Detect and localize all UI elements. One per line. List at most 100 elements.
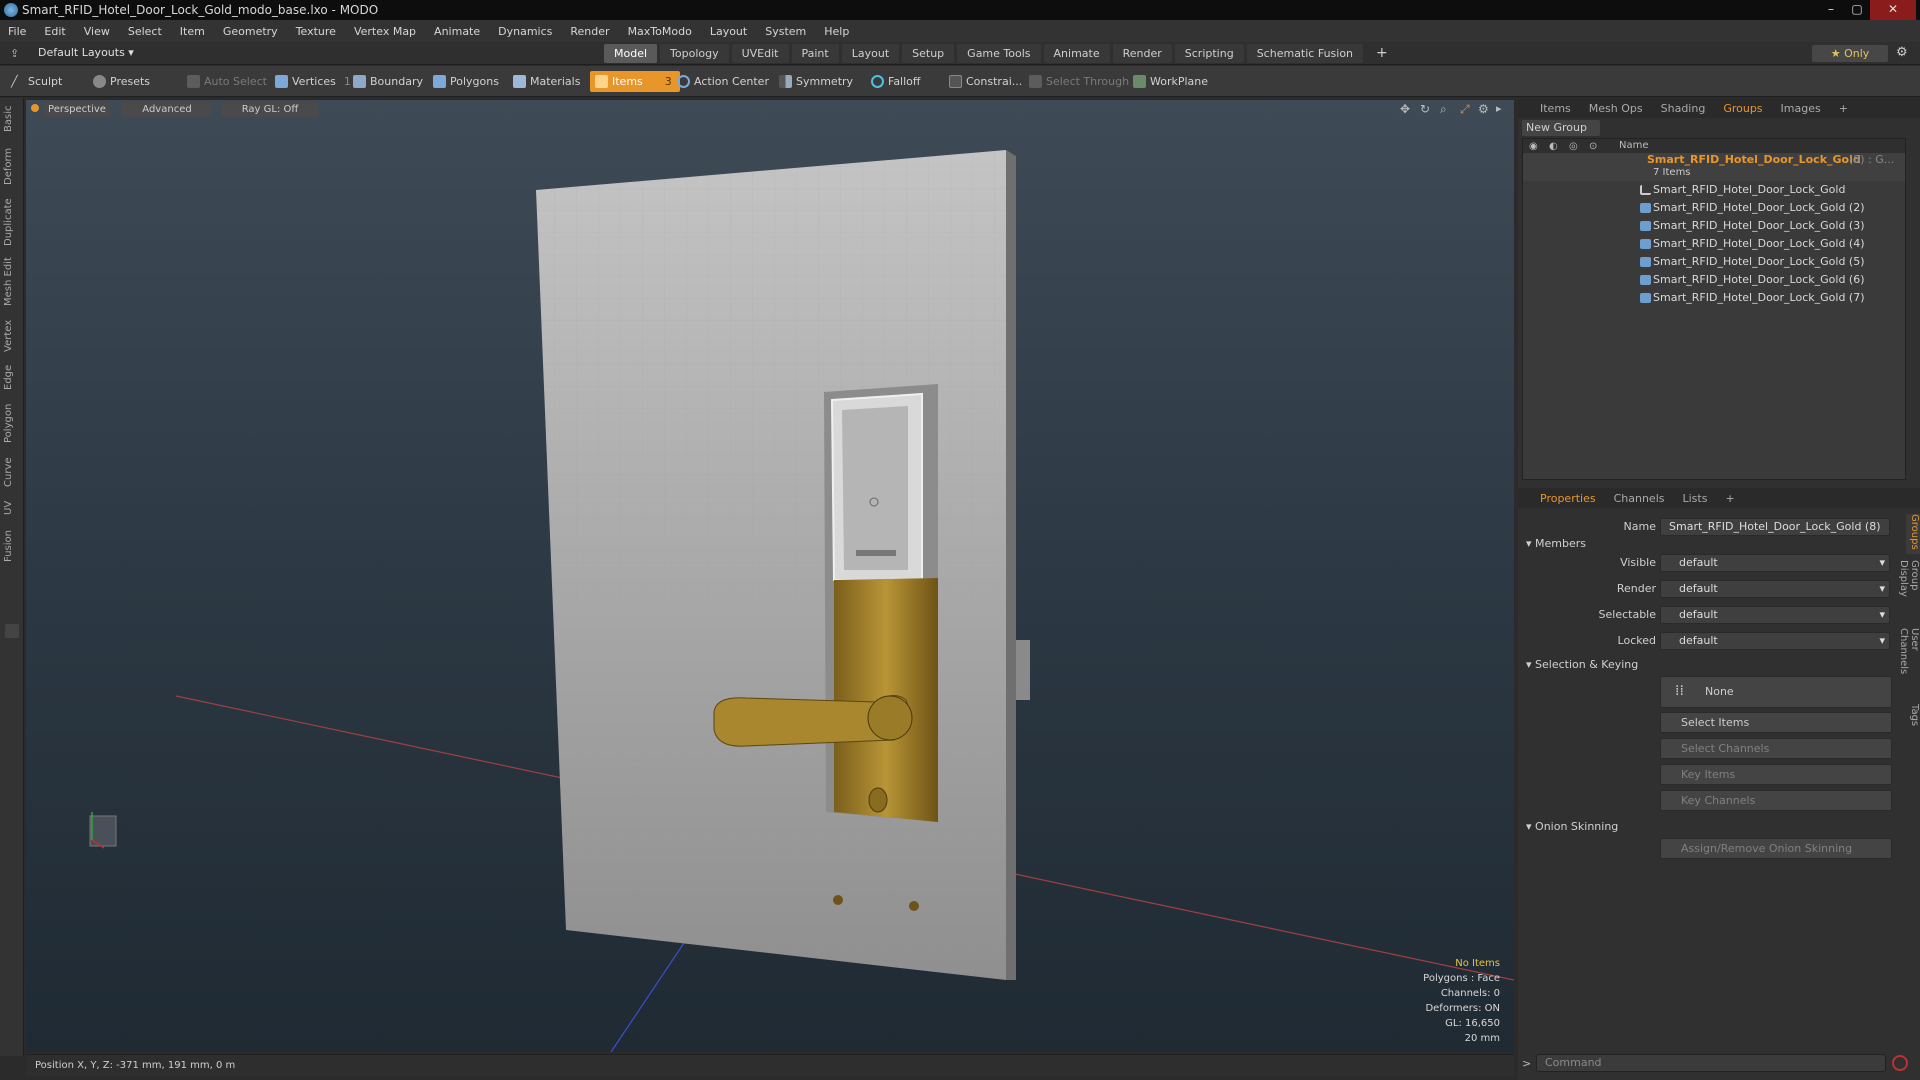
side-tab-user-channels[interactable]: User Channels	[1898, 628, 1920, 698]
viewport-gear-icon[interactable]: ⚙	[1478, 102, 1489, 116]
rotate-icon[interactable]: ↻	[1420, 102, 1430, 116]
menu-render[interactable]: Render	[570, 25, 609, 38]
visible-dropdown[interactable]: default ▾	[1660, 554, 1890, 572]
menu-animate[interactable]: Animate	[434, 25, 480, 38]
zoom-icon[interactable]: ⌕	[1440, 102, 1447, 117]
list-item[interactable]: Smart_RFID_Hotel_Door_Lock_Gold (5)	[1523, 253, 1905, 271]
vtab-polygon[interactable]: Polygon	[3, 400, 21, 446]
tab-schematic-fusion[interactable]: Schematic Fusion	[1246, 44, 1364, 63]
eye-visibility-icon[interactable]: ◉	[1529, 140, 1538, 154]
add-tab-button[interactable]: +	[1366, 44, 1398, 63]
key-items-button[interactable]: Key Items	[1660, 764, 1892, 785]
gear-icon[interactable]: ⚙	[1896, 45, 1908, 60]
render-icon[interactable]: ◐	[1549, 140, 1558, 154]
add-panel-tab-button[interactable]: +	[1839, 102, 1848, 115]
menu-layout[interactable]: Layout	[710, 25, 747, 38]
select-channels-button[interactable]: Select Channels	[1660, 738, 1892, 759]
list-item[interactable]: Smart_RFID_Hotel_Door_Lock_Gold (4)	[1523, 235, 1905, 253]
menu-edit[interactable]: Edit	[44, 25, 65, 38]
list-item[interactable]: Smart_RFID_Hotel_Door_Lock_Gold (6)	[1523, 271, 1905, 289]
fit-icon[interactable]: ⤢	[1460, 102, 1470, 117]
minimize-button[interactable]: –	[1818, 0, 1844, 20]
tab-groups[interactable]: Groups	[1723, 102, 1762, 115]
tab-items[interactable]: Items	[1540, 102, 1571, 115]
group-row[interactable]: Smart_RFID_Hotel_Door_Lock_Gold (8) : G.…	[1523, 153, 1905, 181]
perspective-button[interactable]: Perspective	[44, 102, 110, 117]
vtab-mesh-edit[interactable]: Mesh Edit	[3, 256, 21, 308]
close-button[interactable]: ✕	[1870, 0, 1916, 20]
vertices-button[interactable]: Vertices 1	[270, 71, 359, 92]
viewport-menu-arrow-icon[interactable]: ▸	[1496, 102, 1502, 115]
tab-images[interactable]: Images	[1781, 102, 1821, 115]
onion-skinning-section[interactable]: ▾ Onion Skinning	[1526, 820, 1618, 833]
vtab-fusion[interactable]: Fusion	[3, 526, 21, 566]
list-item[interactable]: Smart_RFID_Hotel_Door_Lock_Gold (2)	[1523, 199, 1905, 217]
side-tab-groups[interactable]: Groups	[1906, 514, 1920, 554]
tab-uvedit[interactable]: UVEdit	[731, 44, 789, 63]
symmetry-button[interactable]: Symmetry	[774, 71, 861, 92]
tab-shading[interactable]: Shading	[1661, 102, 1706, 115]
list-item[interactable]: Smart_RFID_Hotel_Door_Lock_Gold (7)	[1523, 289, 1905, 307]
command-stop-icon[interactable]	[1892, 1055, 1908, 1071]
menu-view[interactable]: View	[84, 25, 110, 38]
command-input[interactable]: Command	[1536, 1054, 1886, 1072]
tab-animate[interactable]: Animate	[1043, 44, 1110, 63]
vtab-deform[interactable]: Deform	[3, 146, 21, 186]
select-icon[interactable]: ⊙	[1589, 140, 1597, 154]
tab-setup[interactable]: Setup	[902, 44, 955, 63]
action-center-button[interactable]: Action Center	[672, 71, 777, 92]
tab-lists[interactable]: Lists	[1683, 492, 1708, 505]
tab-layout[interactable]: Layout	[841, 44, 900, 63]
constrain-button[interactable]: Constrai...	[944, 71, 1030, 92]
vtab-curve[interactable]: Curve	[3, 454, 21, 490]
vtab-duplicate[interactable]: Duplicate	[3, 196, 21, 248]
add-properties-tab-button[interactable]: +	[1725, 492, 1734, 505]
new-group-button[interactable]: New Group	[1522, 120, 1600, 136]
sculpt-button[interactable]: ╱ Sculpt	[6, 71, 70, 92]
vtab-uv[interactable]: UV	[3, 496, 21, 520]
auto-select-button[interactable]: Auto Select	[182, 71, 275, 92]
maximize-button[interactable]: ▢	[1844, 0, 1870, 20]
menu-maxtomodo[interactable]: MaxToModo	[628, 25, 692, 38]
left-strip-toggle[interactable]	[5, 624, 19, 638]
render-dropdown[interactable]: default ▾	[1660, 580, 1890, 598]
tab-paint[interactable]: Paint	[791, 44, 839, 63]
polygons-button[interactable]: Polygons	[428, 71, 507, 92]
lock-icon[interactable]: ◎	[1569, 140, 1578, 154]
only-button[interactable]: ★ Only	[1812, 45, 1888, 62]
tab-render[interactable]: Render	[1112, 44, 1172, 63]
side-tab-tags[interactable]: Tags	[1906, 704, 1920, 734]
selection-keying-section[interactable]: ▾ Selection & Keying	[1526, 658, 1638, 671]
menu-dynamics[interactable]: Dynamics	[498, 25, 552, 38]
menu-help[interactable]: Help	[824, 25, 849, 38]
raygl-button[interactable]: Ray GL: Off	[222, 102, 318, 117]
tab-mesh-ops[interactable]: Mesh Ops	[1589, 102, 1643, 115]
layout-up-icon[interactable]: ⇪	[10, 47, 19, 60]
materials-button[interactable]: Materials	[508, 71, 588, 92]
group-name-field[interactable]: Smart_RFID_Hotel_Door_Lock_Gold (8)	[1660, 518, 1890, 536]
boundary-button[interactable]: Boundary	[348, 71, 431, 92]
workplane-button[interactable]: WorkPlane	[1128, 71, 1216, 92]
pan-icon[interactable]: ✥	[1400, 102, 1410, 116]
vtab-basic[interactable]: Basic	[3, 104, 21, 134]
vtab-vertex[interactable]: Vertex	[3, 316, 21, 356]
advanced-button[interactable]: Advanced	[122, 102, 212, 117]
menu-system[interactable]: System	[765, 25, 806, 38]
menu-texture[interactable]: Texture	[296, 25, 336, 38]
menu-vertex-map[interactable]: Vertex Map	[354, 25, 416, 38]
tab-game-tools[interactable]: Game Tools	[957, 44, 1041, 63]
selectable-dropdown[interactable]: default ▾	[1660, 606, 1890, 624]
tab-properties[interactable]: Properties	[1540, 492, 1596, 505]
tab-topology[interactable]: Topology	[660, 44, 729, 63]
assign-onion-skinning-button[interactable]: Assign/Remove Onion Skinning	[1660, 838, 1892, 859]
menu-geometry[interactable]: Geometry	[223, 25, 278, 38]
falloff-button[interactable]: Falloff	[866, 71, 928, 92]
tab-channels[interactable]: Channels	[1614, 492, 1665, 505]
tab-scripting[interactable]: Scripting	[1174, 44, 1244, 63]
locked-dropdown[interactable]: default ▾	[1660, 632, 1890, 650]
members-section[interactable]: ▾ Members	[1526, 537, 1586, 550]
key-channels-button[interactable]: Key Channels	[1660, 790, 1892, 811]
select-items-button[interactable]: Select Items	[1660, 712, 1892, 733]
list-item[interactable]: Smart_RFID_Hotel_Door_Lock_Gold (3)	[1523, 217, 1905, 235]
side-tab-group-display[interactable]: Group Display	[1898, 560, 1920, 620]
